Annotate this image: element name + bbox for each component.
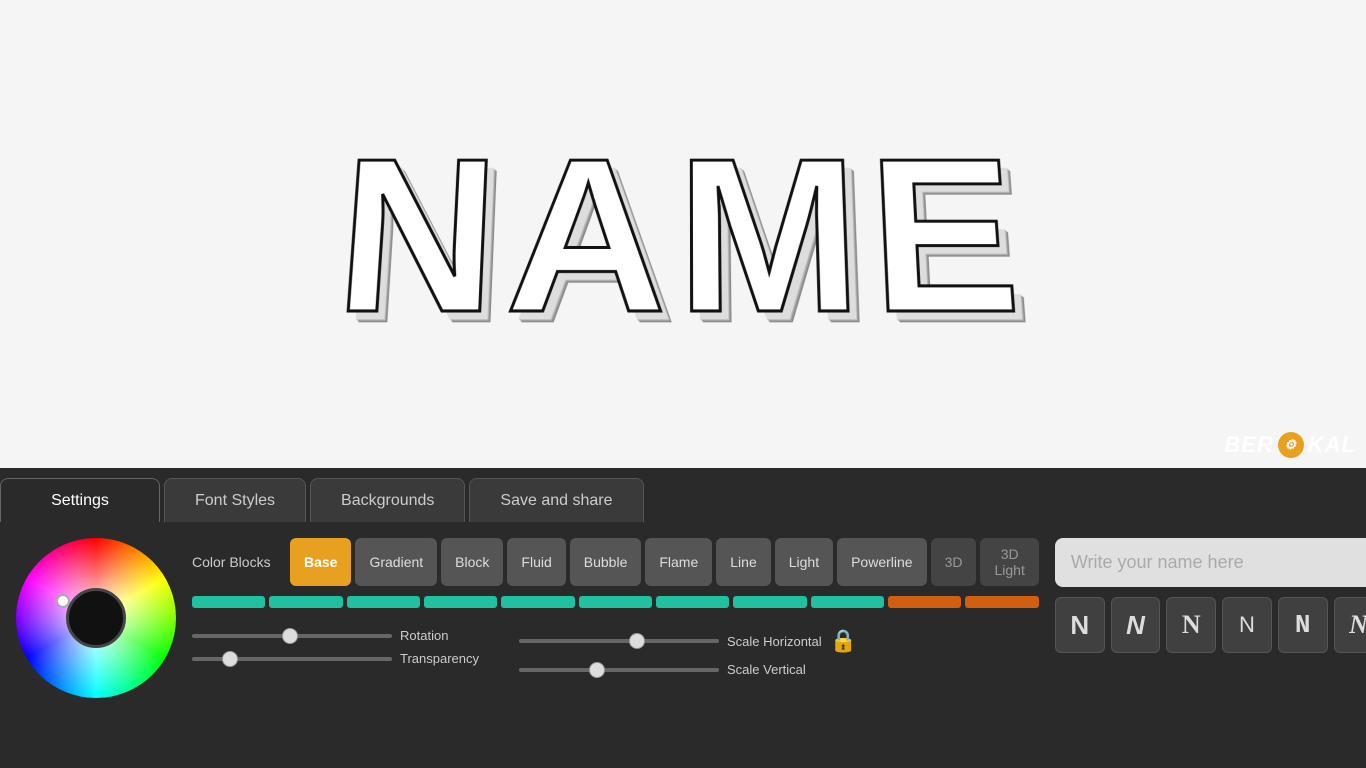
transparency-track[interactable] [192,657,392,661]
color-bar-7[interactable] [656,596,729,608]
color-blocks-area: Color Blocks Base Gradient Block Fluid B… [192,538,1039,752]
letter-tile-3[interactable]: N [1222,597,1272,653]
color-bars [192,596,1039,608]
style-btn-3d-light[interactable]: 3D Light [980,538,1038,586]
style-btn-bubble[interactable]: Bubble [570,538,642,586]
color-bar-3[interactable] [347,596,420,608]
tab-backgrounds[interactable]: Backgrounds [310,478,465,522]
scale-h-label: Scale Horizontal [727,634,822,649]
letter-tile-0[interactable]: N [1055,597,1105,653]
color-wheel-inner [66,588,126,648]
scale-v-track[interactable] [519,668,719,672]
graffiti-preview: NAME [329,111,1036,363]
scale-h-row: Scale Horizontal 🔒 [519,628,857,654]
color-bar-6[interactable] [579,596,652,608]
letter-tile-1[interactable]: N [1111,597,1161,653]
control-panel: Settings Font Styles Backgrounds Save an… [0,468,1366,768]
letter-tile-4[interactable]: N [1278,597,1328,653]
scale-h-track[interactable] [519,639,719,643]
color-wheel[interactable] [16,538,176,698]
rotation-thumb[interactable] [282,628,298,644]
tab-font-styles[interactable]: Font Styles [164,478,306,522]
transparency-row: Transparency [192,651,479,666]
letter-grid: N N N N N N N N [1055,597,1366,653]
style-btn-base[interactable]: Base [290,538,351,586]
scale-v-thumb[interactable] [589,662,605,678]
color-wheel-container[interactable] [16,538,176,698]
scale-v-label: Scale Vertical [727,662,806,677]
rotation-track[interactable] [192,634,392,638]
sliders-area: Rotation Transparency Scale Hor [192,628,1039,677]
style-btn-3d[interactable]: 3D [931,538,977,586]
style-btn-powerline[interactable]: Powerline [837,538,926,586]
scale-h-thumb[interactable] [629,633,645,649]
color-bar-8[interactable] [733,596,806,608]
letter-tile-2[interactable]: N [1166,597,1216,653]
berkal-icon: ⚙ [1278,432,1304,458]
scale-v-row: Scale Vertical [519,662,857,677]
berkal-logo: BER ⚙ KAL [1224,432,1356,458]
tab-save-share[interactable]: Save and share [469,478,643,522]
style-btn-line[interactable]: Line [716,538,770,586]
panel-content: Color Blocks Base Gradient Block Fluid B… [0,522,1366,768]
left-sliders: Rotation Transparency [192,628,479,677]
tab-settings[interactable]: Settings [0,478,160,522]
style-btn-flame[interactable]: Flame [645,538,712,586]
lock-icon[interactable]: 🔒 [830,628,857,654]
right-panel: N N N N N N N N [1055,538,1366,752]
canvas-area: NAME BER ⚙ KAL [0,0,1366,468]
letter-tile-5[interactable]: N [1334,597,1366,653]
style-btn-fluid[interactable]: Fluid [507,538,565,586]
transparency-thumb[interactable] [222,651,238,667]
color-bar-9[interactable] [811,596,884,608]
color-bar-5[interactable] [501,596,574,608]
rotation-label: Rotation [400,628,448,643]
color-bar-2[interactable] [269,596,342,608]
color-blocks-row: Color Blocks Base Gradient Block Fluid B… [192,538,1039,586]
color-bar-4[interactable] [424,596,497,608]
style-btn-block[interactable]: Block [441,538,503,586]
color-bar-11[interactable] [965,596,1038,608]
transparency-label: Transparency [400,651,479,666]
style-btn-light[interactable]: Light [775,538,833,586]
style-btn-gradient[interactable]: Gradient [355,538,437,586]
tab-bar: Settings Font Styles Backgrounds Save an… [0,468,1366,522]
color-wheel-dot [56,594,70,608]
color-bar-10[interactable] [888,596,961,608]
style-buttons: Base Gradient Block Fluid Bubble Flame L… [290,538,1039,586]
right-sliders: Scale Horizontal 🔒 Scale Vertical [519,628,857,677]
rotation-row: Rotation [192,628,479,643]
color-blocks-label: Color Blocks [192,554,282,570]
name-input[interactable] [1055,538,1366,587]
color-bar-1[interactable] [192,596,265,608]
